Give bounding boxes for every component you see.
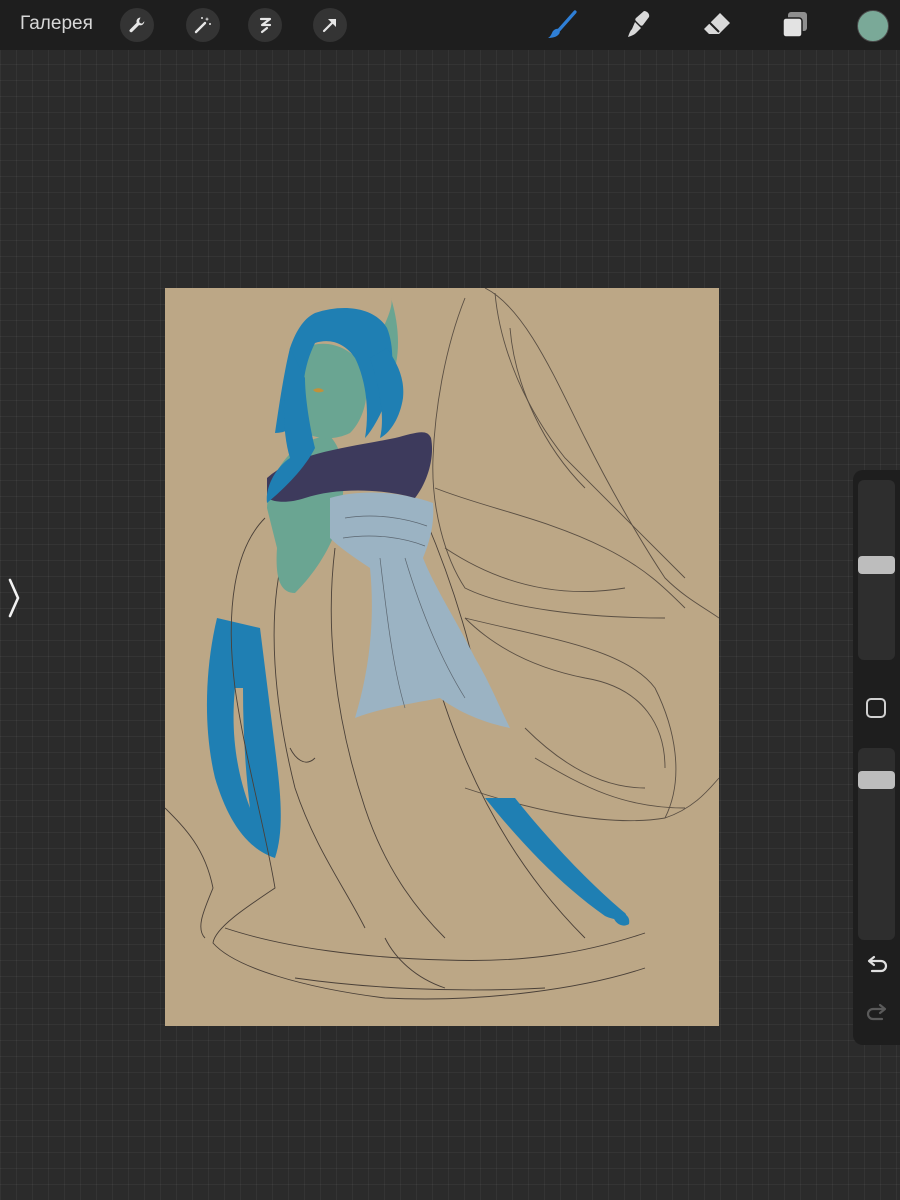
smudge-tool-button[interactable] [620, 6, 658, 44]
top-toolbar: Галерея [0, 0, 900, 50]
brush-size-slider[interactable] [858, 480, 895, 660]
actions-button[interactable] [120, 8, 154, 42]
sidebar-toggle-button[interactable] [0, 548, 28, 648]
magic-wand-icon [194, 17, 211, 34]
color-picker-swatch[interactable] [857, 10, 889, 42]
redo-button[interactable] [863, 1003, 891, 1027]
selection-icon [259, 17, 272, 34]
modify-button[interactable] [866, 698, 886, 718]
side-panel [853, 470, 900, 1045]
wrench-icon [129, 17, 145, 33]
transform-arrow-icon [322, 18, 337, 33]
undo-button[interactable] [863, 955, 891, 979]
redo-icon [866, 1003, 887, 1021]
smudge-icon [628, 11, 650, 37]
layers-button[interactable] [776, 6, 814, 44]
eraser-tool-button[interactable] [698, 6, 736, 44]
layers-icon [782, 12, 807, 38]
eraser-icon [704, 13, 730, 34]
selection-button[interactable] [248, 8, 282, 42]
brush-icon [548, 10, 577, 38]
transform-button[interactable] [313, 8, 347, 42]
brush-size-thumb[interactable] [858, 556, 895, 574]
undo-icon [867, 955, 888, 973]
drawing-canvas[interactable] [165, 288, 719, 1026]
opacity-slider[interactable] [858, 748, 895, 940]
gallery-button[interactable]: Галерея [20, 13, 93, 35]
brush-tool-button[interactable] [543, 6, 581, 44]
opacity-thumb[interactable] [858, 771, 895, 789]
artwork [165, 288, 719, 1026]
adjustments-button[interactable] [186, 8, 220, 42]
chevron-right-icon [8, 578, 20, 618]
